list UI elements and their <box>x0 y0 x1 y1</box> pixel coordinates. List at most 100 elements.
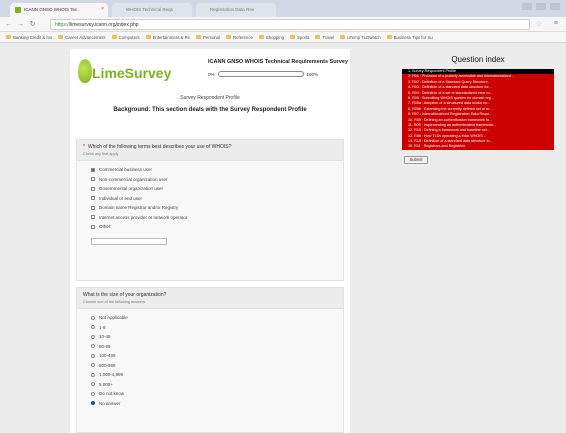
radio-button[interactable] <box>91 372 95 377</box>
radio-button[interactable] <box>91 382 95 387</box>
radio-button[interactable] <box>91 315 95 320</box>
bookmark-label: Personal <box>203 34 221 40</box>
checkbox-option[interactable]: Individual or end user <box>91 194 329 204</box>
bookmark-label: Career Advancement <box>65 34 106 40</box>
radio-option[interactable]: 500-999 <box>91 361 329 371</box>
checkbox[interactable] <box>91 215 95 220</box>
required-marker: * <box>83 144 85 150</box>
forward-icon[interactable]: → <box>16 20 25 29</box>
checkbox[interactable] <box>91 224 95 229</box>
radio-option[interactable]: 50-99 <box>91 342 329 352</box>
maximize-icon[interactable] <box>536 3 546 10</box>
radio-option[interactable]: 100-499 <box>91 351 329 361</box>
url-field[interactable]: https://limesurvey.icann.org/index.php <box>50 19 530 30</box>
tab-inactive-2[interactable]: Registration Data Rev <box>196 3 276 17</box>
bookmark-item[interactable]: Career Advancement <box>58 34 106 40</box>
url-scheme: https:// <box>55 22 71 28</box>
bookmark-item[interactable]: Entertainment & Re <box>145 34 191 40</box>
bookmark-item[interactable]: Sports <box>290 34 309 40</box>
checkbox-option[interactable]: Non-commercial organization user <box>91 175 329 185</box>
bookmark-item[interactable]: Shopping <box>258 34 284 40</box>
question-index-item[interactable]: 15. R11 : Registrars and Registries <box>402 144 554 149</box>
radio-button[interactable] <box>91 391 95 396</box>
lime-icon <box>78 59 92 83</box>
radio-option[interactable]: Not Applicable <box>91 313 329 323</box>
radio-option[interactable]: 1-9 <box>91 323 329 333</box>
option-label: Individual or end user <box>99 195 143 201</box>
checkbox-option[interactable]: Other: <box>91 222 329 232</box>
bookmark-item[interactable]: Business Tips for Su <box>386 34 433 40</box>
checkbox-option[interactable]: Domain name Registrar and/or Registry <box>91 203 329 213</box>
option-label: Governmental organization user <box>99 186 164 192</box>
tab-inactive-1[interactable]: WHOIS Technical Reqs <box>112 3 192 17</box>
checkbox-option[interactable]: Internet access provider or network oper… <box>91 213 329 223</box>
close-window-icon[interactable] <box>550 3 560 10</box>
checkbox[interactable] <box>91 186 95 191</box>
question-header: What is the size of your organization? C… <box>77 288 343 309</box>
tab-title: ICANN GNSO WHOIS Tec <box>24 7 78 12</box>
radio-button[interactable] <box>91 325 95 330</box>
checkbox-option[interactable]: Commercial business user <box>91 165 329 175</box>
radio-button[interactable] <box>91 334 95 339</box>
question-1: * Which of the following terms best descr… <box>76 139 344 281</box>
folder-icon <box>6 35 11 39</box>
bookmark-item[interactable]: uTemp TLDwatch <box>340 34 381 40</box>
bookmark-item[interactable]: Reference <box>226 34 253 40</box>
bookmark-label: Reference <box>233 34 253 40</box>
checkbox[interactable] <box>91 205 95 210</box>
other-text-input[interactable] <box>91 237 167 245</box>
folder-icon <box>58 35 64 39</box>
bookmark-item[interactable]: Travel <box>315 34 334 40</box>
url-text: limesurvey.icann.org/index.php <box>70 22 139 28</box>
progress-bar <box>217 71 304 77</box>
survey-title: ICANN GNSO WHOIS Technical Requirements … <box>208 59 348 65</box>
checkbox[interactable] <box>91 196 95 201</box>
radio-button[interactable] <box>91 401 95 406</box>
radio-button[interactable] <box>91 363 95 368</box>
submit-button[interactable]: Submit <box>404 155 428 164</box>
close-tab-icon[interactable]: × <box>101 6 104 12</box>
bookmark-label: Entertainment & Re <box>152 34 191 40</box>
radio-button[interactable] <box>91 344 95 349</box>
question-help: Check any that apply <box>83 152 119 156</box>
folder-icon <box>196 35 202 39</box>
option-label: 100-499 <box>99 353 116 359</box>
bookmark-label: Travel <box>322 34 335 40</box>
folder-icon <box>340 35 346 39</box>
reload-icon[interactable]: ↻ <box>28 20 37 29</box>
page-content: LimeSurvey ICANN GNSO WHOIS Technical Re… <box>0 43 566 433</box>
bookmark-label: Banking Credit & Ins <box>13 34 53 40</box>
menu-icon[interactable]: ≡ <box>554 20 558 27</box>
back-icon[interactable]: ← <box>4 20 13 29</box>
progress-end: 100% <box>306 71 319 77</box>
option-label: 10-49 <box>99 334 111 340</box>
bookmark-label: uTemp TLDwatch <box>347 34 381 40</box>
folder-icon <box>386 35 392 39</box>
bookmark-star-icon[interactable]: ☆ <box>536 20 542 28</box>
radio-button[interactable] <box>91 353 95 358</box>
tab-title: WHOIS Technical Reqs <box>126 7 173 12</box>
bookmark-item[interactable]: Personal <box>196 34 220 40</box>
radio-option[interactable]: 1,000-4,999 <box>91 370 329 380</box>
question-2: What is the size of your organization? C… <box>76 287 344 433</box>
minimize-icon[interactable] <box>522 3 532 10</box>
tab-title: Registration Data Rev <box>210 7 255 12</box>
window-controls <box>522 3 560 10</box>
radio-option[interactable]: No answer <box>91 399 329 409</box>
answer-options: Not Applicable 1-9 10-49 50-99 100-499 500-99… <box>77 309 343 412</box>
bookmark-label: Business Tips for Su <box>393 34 433 40</box>
radio-option[interactable]: 5,000+ <box>91 380 329 390</box>
option-label: Domain name Registrar and/or Registry <box>99 205 179 211</box>
bookmark-item[interactable]: Banking Credit & Ins <box>6 34 52 40</box>
radio-option[interactable]: 10-49 <box>91 332 329 342</box>
checkbox[interactable] <box>91 167 95 172</box>
answer-options: Commercial business user Non-commercial o… <box>77 161 343 236</box>
checkbox[interactable] <box>91 177 95 182</box>
progress-start: 0% <box>208 71 215 77</box>
bookmark-item[interactable]: Computers <box>111 34 140 40</box>
section-name: Survey Respondent Profile <box>180 95 240 101</box>
radio-option[interactable]: Do not know <box>91 389 329 399</box>
progress: 0% 100% <box>208 71 318 77</box>
checkbox-option[interactable]: Governmental organization user <box>91 184 329 194</box>
tab-active[interactable]: ICANN GNSO WHOIS Tec × <box>10 3 108 17</box>
